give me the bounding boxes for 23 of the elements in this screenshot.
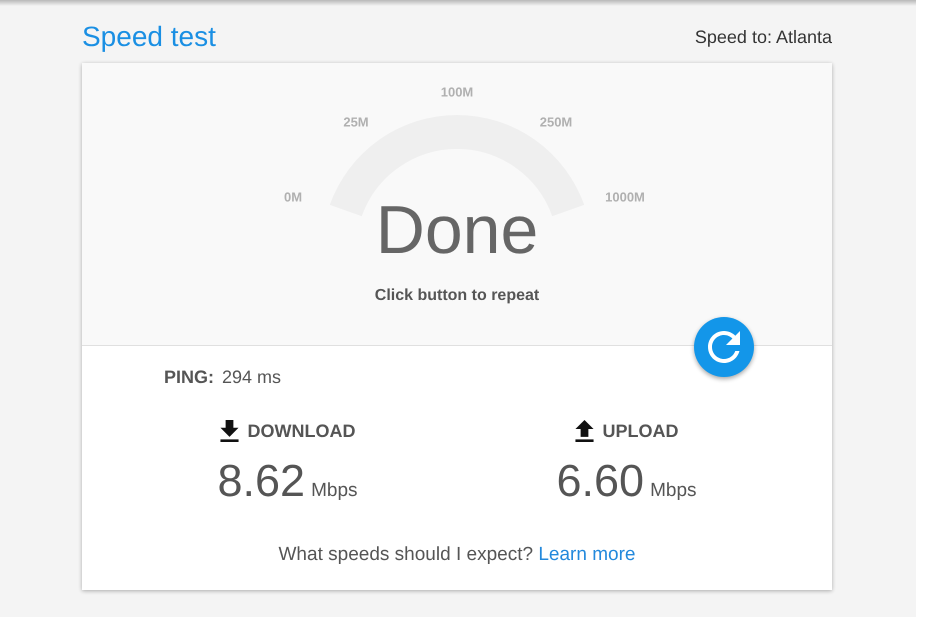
- speed-label: DOWNLOAD: [248, 420, 356, 442]
- speed-unit: Mbps: [311, 480, 358, 502]
- speed-unit: Mbps: [650, 480, 697, 502]
- speed-label: UPLOAD: [602, 420, 678, 442]
- test-status: Done: [376, 196, 538, 264]
- page-title: Speed test: [82, 20, 216, 54]
- repeat-hint: Click button to repeat: [374, 286, 540, 306]
- gauge-tick-label: 0M: [284, 190, 302, 204]
- download-arrow-icon: [220, 420, 238, 442]
- gauge-tick-label: 100M: [440, 86, 474, 98]
- gauge-tick-label: 25M: [343, 116, 369, 128]
- speed-value: 6.60: [556, 458, 644, 503]
- ping-label: PING:: [164, 366, 214, 388]
- refresh-icon: [708, 331, 740, 363]
- ping-value: 294 ms: [222, 366, 282, 388]
- server-location: Speed to: Atlanta: [694, 26, 832, 48]
- speed-value: 8.62: [217, 458, 306, 503]
- help-text: What speeds should I expect? Learn more: [278, 544, 636, 566]
- refresh-button[interactable]: [694, 317, 754, 377]
- upload-arrow-icon: [574, 420, 594, 442]
- gauge-tick-label: 1000M: [605, 190, 645, 204]
- learn-more-link[interactable]: Learn more: [538, 544, 636, 565]
- gauge-tick-label: 250M: [540, 116, 572, 128]
